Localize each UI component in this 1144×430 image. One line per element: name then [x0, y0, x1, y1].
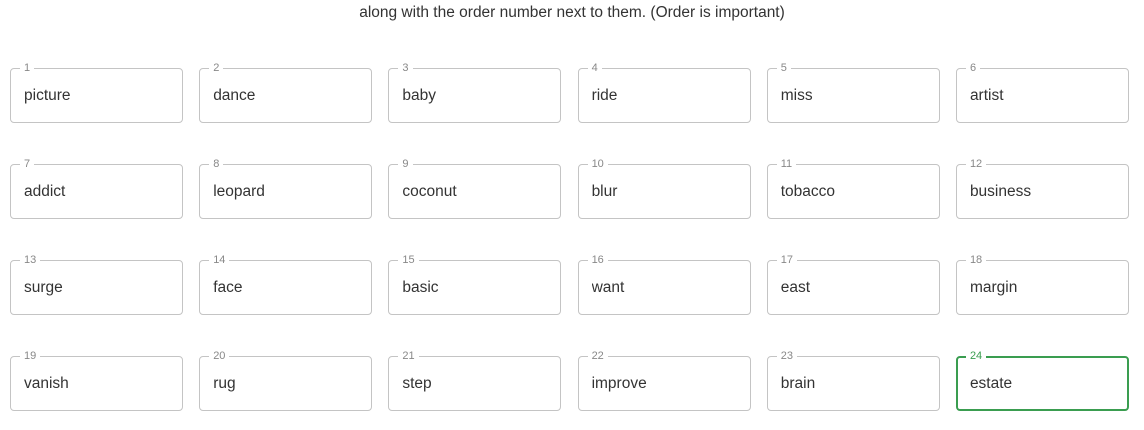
seed-word-field[interactable]: 12 [955, 157, 1129, 219]
seed-word-field[interactable]: 5 [766, 61, 940, 123]
seed-word-field[interactable]: 17 [766, 253, 940, 315]
seed-word-number: 21 [398, 349, 419, 363]
seed-word-input[interactable] [591, 375, 737, 393]
seed-word-field[interactable]: 22 [577, 349, 751, 411]
seed-word-number: 3 [398, 61, 413, 75]
seed-word-input[interactable] [780, 279, 926, 297]
seed-word-number: 22 [587, 349, 608, 363]
seed-word-number: 16 [587, 253, 608, 267]
seed-word-input[interactable] [24, 183, 169, 201]
seed-word-number: 19 [20, 349, 41, 363]
seed-word-input[interactable] [213, 375, 359, 393]
seed-word-input[interactable] [24, 279, 169, 297]
seed-word-input[interactable] [402, 183, 548, 201]
seed-word-field[interactable]: 2 [199, 61, 373, 123]
seed-word-input[interactable] [213, 183, 359, 201]
seed-word-field[interactable]: 16 [577, 253, 751, 315]
seed-word-input[interactable] [969, 375, 1115, 393]
seed-word-input[interactable] [780, 375, 926, 393]
seed-word-field[interactable]: 6 [955, 61, 1129, 123]
seed-word-input[interactable] [591, 183, 737, 201]
seed-word-field[interactable]: 11 [766, 157, 940, 219]
seed-word-input[interactable] [969, 279, 1115, 297]
seed-word-input[interactable] [24, 375, 169, 393]
seed-word-input[interactable] [213, 87, 359, 105]
seed-word-field[interactable]: 1 [10, 61, 183, 123]
seed-word-number: 9 [398, 157, 413, 171]
seed-word-field[interactable]: 18 [955, 253, 1129, 315]
seed-word-field[interactable]: 3 [388, 61, 562, 123]
seed-word-number: 10 [587, 157, 608, 171]
seed-word-number: 8 [209, 157, 224, 171]
seed-word-number: 24 [965, 349, 987, 363]
seed-word-field[interactable]: 9 [388, 157, 562, 219]
seed-word-input[interactable] [969, 183, 1115, 201]
seed-word-number: 1 [20, 61, 35, 75]
seed-word-input[interactable] [402, 87, 548, 105]
seed-word-number: 13 [20, 253, 41, 267]
seed-word-field[interactable]: 14 [199, 253, 373, 315]
seed-word-number: 14 [209, 253, 230, 267]
seed-word-number: 5 [776, 61, 791, 75]
seed-word-number: 11 [776, 157, 797, 171]
seed-word-input[interactable] [969, 87, 1115, 105]
seed-word-number: 23 [776, 349, 797, 363]
seed-word-field[interactable]: 21 [388, 349, 562, 411]
seed-word-input[interactable] [402, 375, 548, 393]
seed-word-input[interactable] [24, 87, 169, 105]
seed-word-field[interactable]: 4 [577, 61, 751, 123]
seed-word-number: 15 [398, 253, 419, 267]
seed-word-field[interactable]: 23 [766, 349, 940, 411]
seed-word-field[interactable]: 24 [955, 349, 1129, 411]
seed-word-field[interactable]: 13 [10, 253, 183, 315]
seed-word-field[interactable]: 19 [10, 349, 183, 411]
seed-word-input[interactable] [591, 87, 737, 105]
seed-word-input[interactable] [780, 183, 926, 201]
seed-word-input[interactable] [780, 87, 926, 105]
seed-word-input[interactable] [402, 279, 548, 297]
seed-word-number: 18 [965, 253, 987, 267]
seed-word-grid: 123456789101112131415161718192021222324 [10, 61, 1129, 411]
seed-word-number: 12 [965, 157, 987, 171]
seed-word-input[interactable] [591, 279, 737, 297]
seed-word-input[interactable] [213, 279, 359, 297]
seed-word-field[interactable]: 15 [388, 253, 562, 315]
seed-word-number: 20 [209, 349, 230, 363]
seed-word-field[interactable]: 10 [577, 157, 751, 219]
seed-word-field[interactable]: 20 [199, 349, 373, 411]
seed-word-number: 2 [209, 61, 224, 75]
seed-word-number: 17 [776, 253, 797, 267]
seed-word-field[interactable]: 8 [199, 157, 373, 219]
seed-word-number: 4 [587, 61, 602, 75]
instruction-text: along with the order number next to them… [359, 4, 785, 21]
seed-word-number: 6 [965, 61, 981, 75]
seed-word-field[interactable]: 7 [10, 157, 183, 219]
seed-word-number: 7 [20, 157, 35, 171]
